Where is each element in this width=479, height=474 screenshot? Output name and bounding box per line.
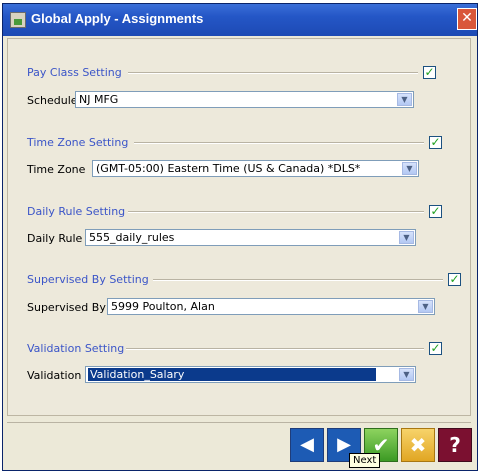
dropdown-arrow-icon[interactable]: ▼ [402,162,417,175]
window-title: Global Apply - Assignments [31,11,204,26]
supervised-by-dropdown[interactable]: 5999 Poulton, Alan ▼ [107,298,435,315]
validation-label: Validation [27,369,82,382]
validation-dropdown[interactable]: Validation_Salary ▼ [85,366,416,383]
close-button[interactable]: ✕ [457,8,477,30]
dropdown-arrow-icon[interactable]: ▼ [418,300,433,313]
pay-class-section-title: Pay Class Setting [27,66,128,79]
cancel-button[interactable]: ✖ [401,428,435,462]
time-zone-checkbox[interactable]: ✓ [429,136,442,149]
pay-class-checkbox[interactable]: ✓ [423,66,436,79]
next-tooltip: Next [349,453,381,468]
schedule-label: Schedule [27,94,78,107]
daily-rule-dropdown[interactable]: 555_daily_rules ▼ [85,229,416,246]
validation-value: Validation_Salary [88,368,376,381]
footer-divider [7,422,471,423]
daily-rule-value: 555_daily_rules [89,231,175,244]
daily-rule-section-title: Daily Rule Setting [27,205,132,218]
app-icon [10,12,26,28]
supervised-by-section-title: Supervised By Setting [27,273,155,286]
daily-rule-divider [128,211,424,213]
assignments-panel: Pay Class Setting ✓ Schedule NJ MFG ▼ Ti… [7,38,471,416]
dropdown-arrow-icon[interactable]: ▼ [397,93,412,106]
supervised-by-value: 5999 Poulton, Alan [111,300,215,313]
previous-button[interactable]: ◀ [290,428,324,462]
supervised-by-divider [153,279,443,281]
dropdown-arrow-icon[interactable]: ▼ [399,231,414,244]
supervised-by-checkbox[interactable]: ✓ [448,273,461,286]
validation-divider [126,348,424,350]
time-zone-section-title: Time Zone Setting [27,136,135,149]
time-zone-dropdown[interactable]: (GMT-05:00) Eastern Time (US & Canada) *… [92,160,419,177]
supervised-by-label: Supervised By [27,301,106,314]
validation-section-title: Validation Setting [27,342,131,355]
schedule-dropdown[interactable]: NJ MFG ▼ [75,91,414,108]
help-button[interactable]: ? [438,428,472,462]
time-zone-divider [134,142,424,144]
title-bar: Global Apply - Assignments ✕ [3,4,477,36]
validation-checkbox[interactable]: ✓ [429,342,442,355]
dropdown-arrow-icon[interactable]: ▼ [399,368,414,381]
schedule-value: NJ MFG [79,93,119,106]
time-zone-label: Time Zone [27,163,86,176]
daily-rule-label: Daily Rule [27,232,83,245]
pay-class-divider [128,72,418,74]
daily-rule-checkbox[interactable]: ✓ [429,205,442,218]
time-zone-value: (GMT-05:00) Eastern Time (US & Canada) *… [96,162,361,175]
